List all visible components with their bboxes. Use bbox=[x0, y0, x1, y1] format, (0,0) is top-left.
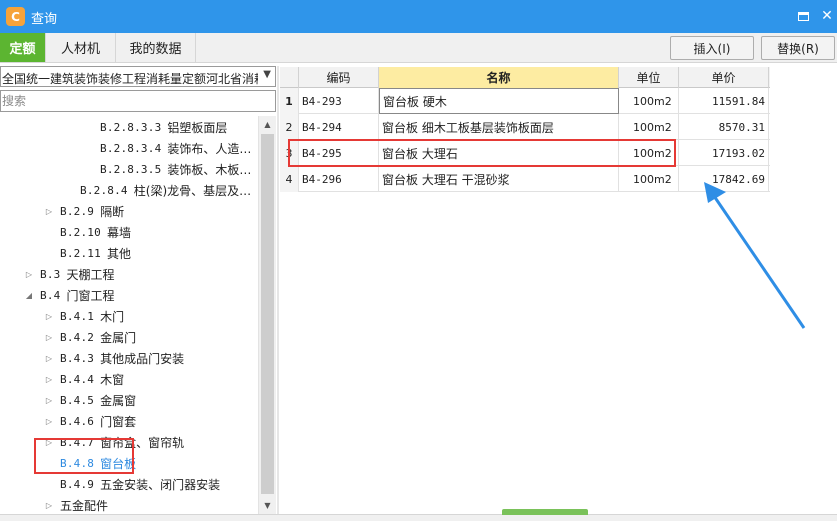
status-bar bbox=[0, 514, 837, 521]
splitter-grip[interactable] bbox=[502, 509, 588, 515]
arrow-shaft bbox=[712, 195, 806, 329]
annotation-arrow bbox=[704, 182, 806, 329]
